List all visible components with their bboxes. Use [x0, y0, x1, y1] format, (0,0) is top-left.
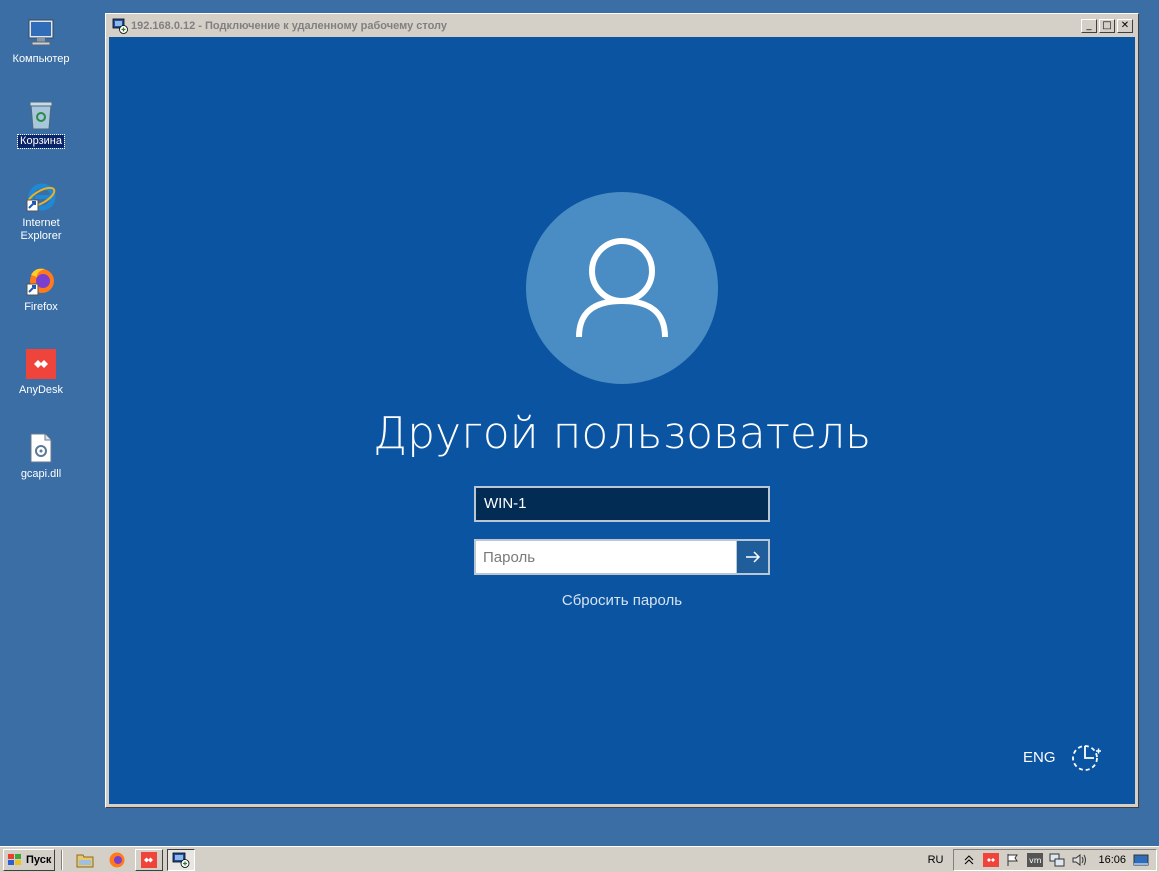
- explorer-quicklaunch[interactable]: [74, 849, 96, 871]
- desktop-icon-recycle-bin[interactable]: Корзина: [1, 98, 81, 149]
- user-icon: [576, 238, 668, 338]
- taskbar: Пуск RU vm 16:06: [0, 846, 1159, 872]
- remote-desktop-icon: [172, 852, 190, 868]
- close-button[interactable]: ✕: [1117, 19, 1133, 33]
- volume-icon[interactable]: [1071, 852, 1087, 868]
- desktop-icon-label: Корзина: [17, 134, 65, 149]
- taskbar-remote-desktop[interactable]: [167, 848, 195, 871]
- start-button[interactable]: Пуск: [3, 848, 55, 871]
- desktop-icon-label: gcapi.dll: [20, 468, 62, 480]
- desktop-icon-firefox[interactable]: Firefox: [1, 264, 81, 314]
- desktop-icon-label: AnyDesk: [18, 384, 64, 396]
- network-icon[interactable]: [1049, 852, 1065, 868]
- rdp-titlebar[interactable]: 192.168.0.12 - Подключение к удаленному …: [109, 17, 1135, 35]
- username-field[interactable]: WIN-1: [474, 486, 770, 522]
- show-desktop-icon[interactable]: [1133, 852, 1149, 868]
- anydesk-icon: [141, 851, 157, 868]
- recycle-bin-icon: [24, 98, 58, 132]
- user-avatar: [526, 192, 718, 384]
- clock[interactable]: 16:06: [1098, 854, 1126, 866]
- desktop-icon-anydesk[interactable]: AnyDesk: [1, 347, 81, 397]
- taskbar-separator: [61, 849, 63, 870]
- folder-icon: [76, 854, 94, 867]
- desktop-icon-internet-explorer[interactable]: Internet Explorer: [1, 180, 81, 243]
- ease-of-access-icon[interactable]: [1070, 741, 1102, 773]
- dll-file-icon: [24, 431, 58, 465]
- taskbar-anydesk[interactable]: [135, 848, 163, 871]
- rdp-window[interactable]: 192.168.0.12 - Подключение к удаленному …: [105, 13, 1139, 808]
- svg-text:vm: vm: [1029, 856, 1042, 865]
- firefox-icon: [109, 852, 125, 867]
- language-switcher[interactable]: ENG: [1023, 749, 1056, 767]
- start-label: Пуск: [26, 853, 52, 866]
- desktop-icon-label: Internet Explorer: [20, 217, 62, 242]
- action-center-flag-icon[interactable]: [1005, 852, 1021, 868]
- internet-explorer-icon: [24, 180, 58, 214]
- show-hidden-icons-icon[interactable]: [961, 852, 977, 868]
- password-input[interactable]: [476, 541, 736, 573]
- desktop-icon-label: Компьютер: [12, 53, 70, 65]
- minimize-button[interactable]: _: [1081, 19, 1097, 33]
- firefox-icon: [24, 264, 58, 298]
- desktop-icon-gcapi-dll[interactable]: gcapi.dll: [1, 431, 81, 481]
- system-tray: vm 16:06: [953, 848, 1157, 871]
- vmware-tools-icon[interactable]: vm: [1027, 852, 1044, 868]
- windows-logo-icon: [7, 853, 23, 867]
- firefox-quicklaunch[interactable]: [106, 849, 128, 871]
- desktop-icon-label: Firefox: [24, 301, 58, 313]
- submit-button[interactable]: [736, 541, 768, 573]
- maximize-button[interactable]: □: [1099, 19, 1115, 33]
- reset-password-link[interactable]: Сбросить пароль: [109, 592, 1135, 610]
- language-indicator[interactable]: RU: [928, 854, 944, 866]
- computer-icon: [24, 16, 58, 50]
- desktop-icon-computer[interactable]: Компьютер: [1, 16, 81, 66]
- login-user-name: Другой пользователь: [372, 408, 872, 459]
- anydesk-tray-icon[interactable]: [983, 852, 1000, 868]
- remote-login-screen[interactable]: Другой пользователь WIN-1 Сбросить парол…: [109, 37, 1135, 804]
- arrow-right-icon: [745, 551, 760, 563]
- password-field-group: [474, 539, 770, 575]
- window-title: 192.168.0.12 - Подключение к удаленному …: [131, 20, 448, 32]
- remote-desktop-icon: [112, 18, 128, 34]
- anydesk-icon: [24, 347, 58, 381]
